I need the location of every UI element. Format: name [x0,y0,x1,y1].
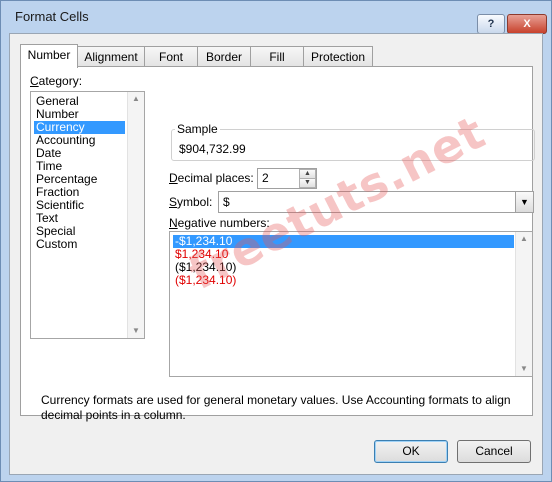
format-cells-dialog: Format Cells ? X Number Alignment Font B… [0,0,552,482]
dialog-title: Format Cells [15,9,89,24]
scroll-down-icon[interactable]: ▼ [128,324,144,338]
ok-button[interactable]: OK [374,440,448,463]
category-label: Category: [30,74,83,88]
category-scrollbar[interactable]: ▲ ▼ [127,92,144,338]
tab-border[interactable]: Border [197,46,251,67]
scroll-up-icon[interactable]: ▲ [516,232,532,246]
decimal-places-value: 2 [262,171,269,185]
category-list[interactable]: General Number Currency Accounting Date … [30,91,145,339]
help-button[interactable]: ? [477,14,505,34]
sample-value: $904,732.99 [179,142,246,156]
format-description: Currency formats are used for general mo… [41,393,511,422]
sample-label: Sample [175,122,220,136]
decimal-places-label-text: ecimal places: [177,171,254,185]
close-button[interactable]: X [507,14,547,34]
scroll-down-icon[interactable]: ▼ [516,362,532,376]
category-item-custom[interactable]: Custom [34,238,77,251]
category-label-text: ategory: [38,74,83,88]
symbol-value: $ [223,195,230,209]
chevron-down-icon[interactable]: ▼ [515,192,533,212]
tab-fill[interactable]: Fill [250,46,304,67]
symbol-label-text: ymbol: [177,195,213,209]
dialog-body: Number Alignment Font Border Fill Protec… [9,33,543,475]
negative-scrollbar[interactable]: ▲ ▼ [515,232,532,376]
scroll-up-icon[interactable]: ▲ [128,92,144,106]
tab-font[interactable]: Font [144,46,198,67]
title-bar: Format Cells ? X [1,1,551,34]
tab-number[interactable]: Number [20,44,78,68]
tab-protection[interactable]: Protection [303,46,373,67]
tab-alignment[interactable]: Alignment [77,46,145,67]
symbol-label: Symbol: [169,195,213,209]
cancel-button[interactable]: Cancel [457,440,531,463]
decimal-places-label: Decimal places: [169,171,254,185]
